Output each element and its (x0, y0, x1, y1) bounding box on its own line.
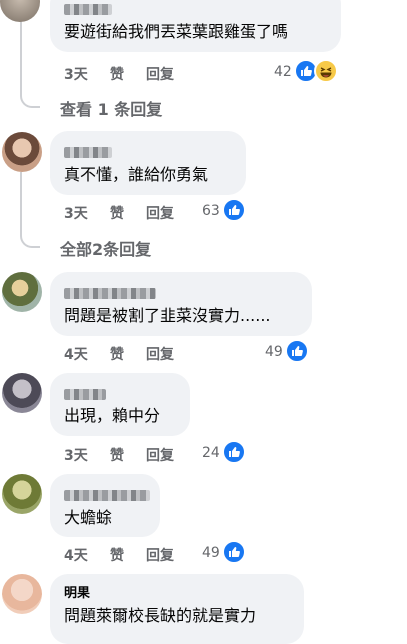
reply-button[interactable]: 回复 (146, 445, 174, 465)
like-reaction-icon (222, 440, 246, 464)
comment-bubble: 真不懂，誰給你勇氣 (50, 131, 246, 195)
like-button[interactable]: 赞 (110, 203, 146, 223)
like-button[interactable]: 赞 (110, 445, 146, 465)
avatar[interactable] (2, 132, 42, 172)
author-name-blurred[interactable] (64, 4, 112, 15)
comment-actions: 3天赞回复 (64, 203, 174, 223)
reaction-count[interactable]: 49 (265, 344, 283, 360)
haha-reaction-icon (314, 59, 338, 83)
like-reaction-icon (222, 540, 246, 564)
author-name-blurred[interactable] (64, 490, 150, 501)
like-button[interactable]: 赞 (110, 64, 146, 84)
comment-bubble: 大蟾蜍 (50, 474, 160, 537)
avatar[interactable] (2, 574, 42, 614)
thread-line (20, 172, 22, 228)
comment-actions: 3天赞回复 (64, 445, 174, 465)
reaction-count[interactable]: 24 (202, 445, 220, 461)
thread-line (20, 18, 22, 88)
comment-actions: 4天赞回复 (64, 545, 174, 565)
view-replies-link[interactable]: 全部2条回复 (60, 236, 151, 260)
reaction-count[interactable]: 49 (202, 545, 220, 561)
reaction-count[interactable]: 63 (202, 203, 220, 219)
comment-time[interactable]: 3天 (64, 445, 110, 465)
comment-bubble: 問題是被割了韭菜沒實力...... (50, 272, 312, 336)
thread-connector (20, 88, 40, 108)
like-button[interactable]: 赞 (110, 545, 146, 565)
avatar[interactable] (0, 0, 40, 22)
comment-author[interactable]: 明果 (64, 584, 90, 604)
like-button[interactable]: 赞 (110, 344, 146, 364)
like-reaction-icon (285, 339, 309, 363)
reply-button[interactable]: 回复 (146, 64, 174, 84)
comment-text: 要遊街給我們丟菜葉跟雞蛋了嗎 (64, 22, 289, 41)
comment-time[interactable]: 3天 (64, 203, 110, 223)
comment-bubble: 出現，賴中分 (50, 373, 190, 436)
comment-text: 真不懂，誰給你勇氣 (64, 165, 209, 184)
reply-button[interactable]: 回复 (146, 545, 174, 565)
reaction-count[interactable]: 42 (274, 64, 292, 80)
comment-text: 大蟾蜍 (64, 508, 113, 527)
avatar[interactable] (2, 474, 42, 514)
view-replies-link[interactable]: 查看 1 条回复 (60, 96, 162, 120)
comment-actions: 3天赞回复 (64, 64, 174, 84)
comment-actions: 4天赞回复 (64, 344, 174, 364)
avatar[interactable] (2, 373, 42, 413)
reply-button[interactable]: 回复 (146, 203, 174, 223)
comment-text: 問題是被割了韭菜沒實力...... (64, 306, 271, 325)
reply-button[interactable]: 回复 (146, 344, 174, 364)
like-reaction-icon (222, 198, 246, 222)
comment-bubble: 明果 問題萊爾校長缺的就是實力 (50, 574, 304, 644)
comment-text: 出現，賴中分 (64, 406, 161, 425)
thread-connector (20, 228, 40, 248)
author-name-blurred[interactable] (64, 288, 156, 299)
avatar[interactable] (2, 272, 42, 312)
author-name-blurred[interactable] (64, 147, 112, 158)
comment-time[interactable]: 4天 (64, 545, 110, 565)
comment-time[interactable]: 3天 (64, 64, 110, 84)
comment-time[interactable]: 4天 (64, 344, 110, 364)
comment-text: 問題萊爾校長缺的就是實力 (64, 606, 257, 625)
author-name-blurred[interactable] (64, 389, 106, 400)
comment-bubble: 要遊街給我們丟菜葉跟雞蛋了嗎 (50, 0, 341, 52)
